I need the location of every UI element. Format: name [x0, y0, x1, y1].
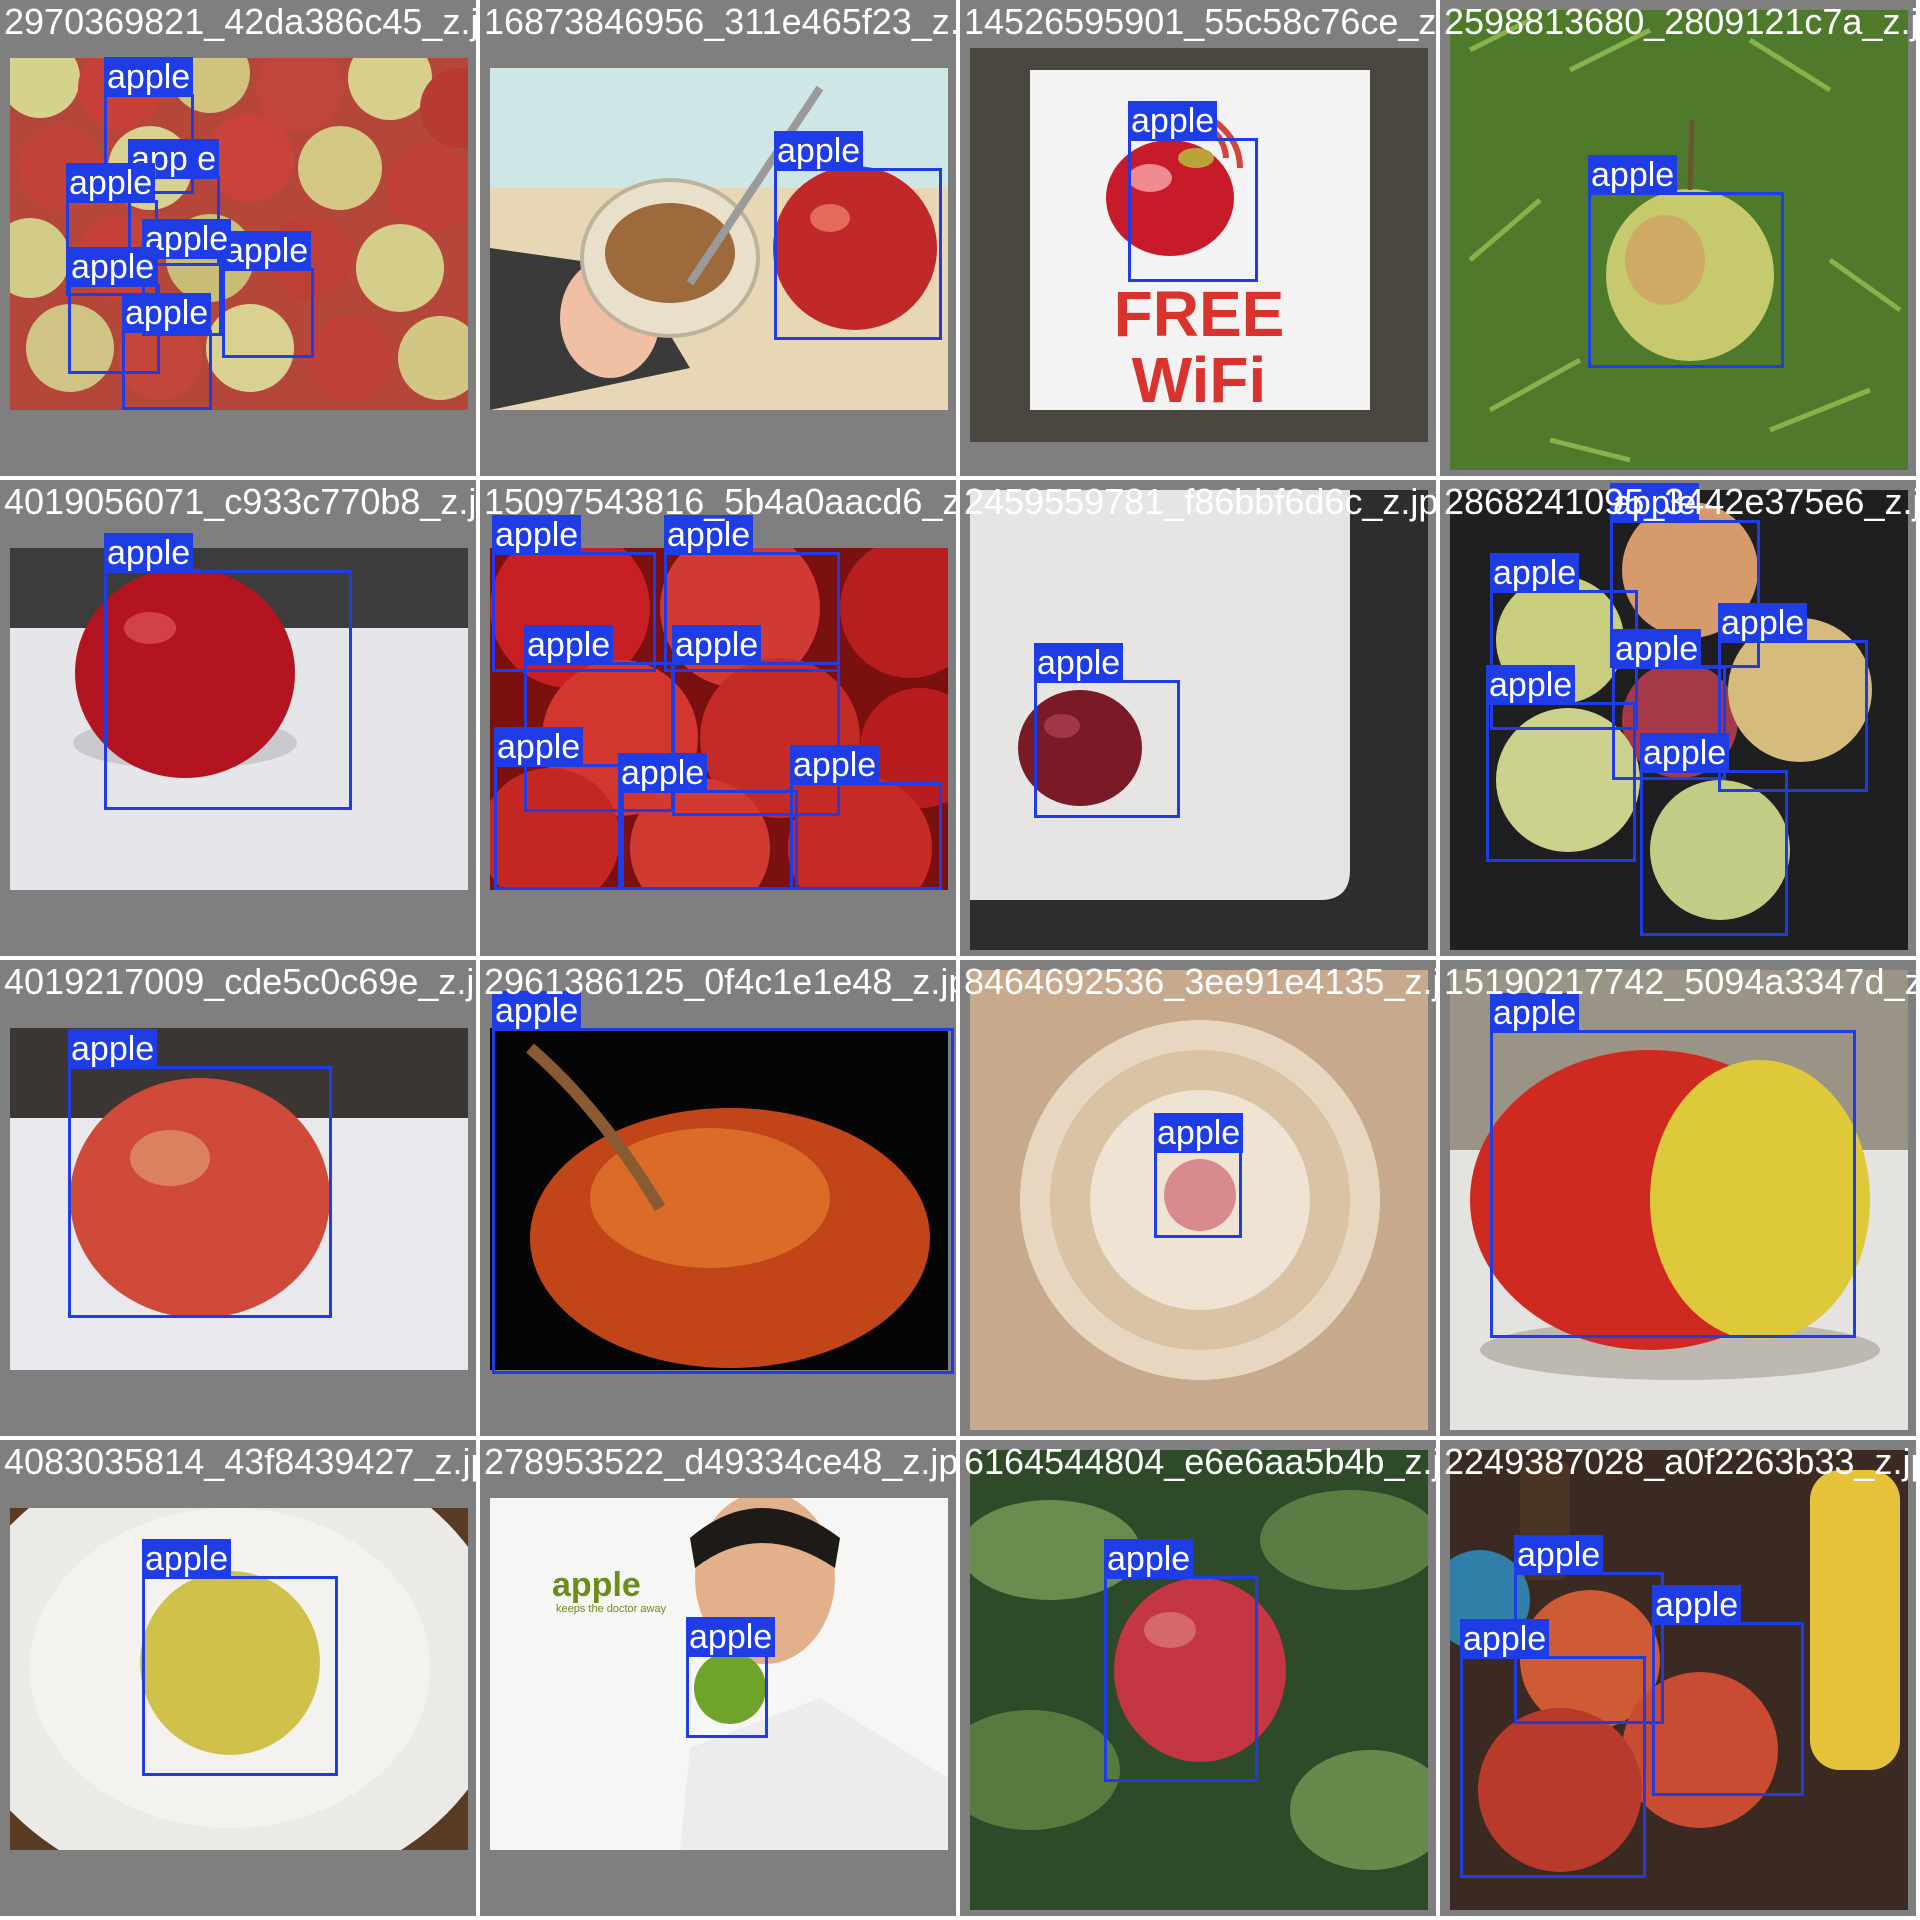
detection-label: apple — [1104, 1539, 1194, 1579]
tile-filename: 4019056071_c933c770b8_z.jpg — [4, 481, 476, 522]
tile-filename: 2868241095_3442e375e6_z.jpg — [1444, 481, 1916, 522]
tile-1: 2970369821_42da386c45_z.jpg apple app e … — [0, 0, 476, 476]
detection-label: apple — [686, 1617, 776, 1657]
detection-box: apple — [774, 131, 942, 340]
detection-label: apple — [1640, 733, 1730, 773]
detection-label: apple — [68, 1029, 158, 1069]
tile-14: 278953522_d49334ce48_z.jpg apple keeps t… — [480, 1440, 956, 1916]
detection-label: apple — [142, 1539, 232, 1579]
tile-7: 2459559781_f86bbf6d6c_z.jpg apple — [960, 480, 1436, 956]
tile-filename: 2459559781_f86bbf6d6c_z.jpg — [964, 481, 1436, 522]
detection-box: apple — [1588, 155, 1784, 368]
detection-label: apple — [790, 745, 880, 785]
detection-label: apple — [1486, 665, 1576, 705]
detection-box: apple — [222, 231, 314, 358]
tile-6: 15097543816_5b4a0aacd6_z.jpg apple apple… — [480, 480, 956, 956]
detection-box: apple — [1034, 643, 1180, 818]
tile-13: 4083035814_43f8439427_z.jpg apple — [0, 1440, 476, 1916]
detection-label: apple — [66, 163, 156, 203]
tile-filename: 8464692536_3ee91e4135_z.jpg — [964, 961, 1436, 1002]
tile-3: 14526595901_55c58c76ce_z.jpg FREE WiFi a… — [960, 0, 1436, 476]
detection-mosaic: 2970369821_42da386c45_z.jpg apple app e … — [0, 0, 1920, 1920]
tile-9: 4019217009_cde5c0c69e_z.jpg apple — [0, 960, 476, 1436]
detection-label: apple — [1490, 553, 1580, 593]
tile-filename: 4019217009_cde5c0c69e_z.jpg — [4, 961, 476, 1002]
tile-2: 16873846956_311e465f23_z.jpg apple — [480, 0, 956, 476]
tile-filename: 2970369821_42da386c45_z.jpg — [4, 1, 476, 42]
detection-label: apple — [672, 625, 762, 665]
detection-label: apple — [618, 753, 708, 793]
tile-15: 6164544804_e6e6aa5b4b_z.jpg apple — [960, 1440, 1436, 1916]
tile-16: 2249387028_a0f2263b33_z.jpg apple apple … — [1440, 1440, 1916, 1916]
detection-box: apple — [1490, 993, 1856, 1338]
detection-label: apple — [1460, 1619, 1550, 1659]
tile-4: 2598813680_2809121c7a_z.jpg apple — [1440, 0, 1916, 476]
detection-box: apple — [494, 727, 624, 890]
detection-box: apple — [68, 1029, 332, 1318]
detection-label: apple — [122, 293, 212, 333]
detection-label: apple — [68, 247, 158, 287]
detection-box: apple — [492, 991, 954, 1374]
detection-label: apple — [774, 131, 864, 171]
tile-filename: 278953522_d49334ce48_z.jpg — [484, 1441, 956, 1482]
tile-filename: 4083035814_43f8439427_z.jpg — [4, 1441, 476, 1482]
detection-label: apple — [1128, 101, 1218, 141]
detection-label: apple — [104, 533, 194, 573]
tile-filename: 2961386125_0f4c1e1e48_z.jpg — [484, 961, 956, 1002]
detection-label: apple — [1034, 643, 1124, 683]
detection-box: apple — [618, 753, 798, 890]
detection-box: apple — [686, 1617, 776, 1738]
detection-label: apple — [1718, 603, 1808, 643]
tile-filename: 15097543816_5b4a0aacd6_z.jpg — [484, 481, 956, 522]
detection-box: apple — [1640, 733, 1788, 936]
detection-box: apple — [1104, 1539, 1258, 1782]
sign-text-free: FREE — [1114, 278, 1285, 350]
detection-label: apple — [494, 727, 584, 767]
tile-filename: 14526595901_55c58c76ce_z.jpg — [964, 1, 1436, 42]
logo-subtext: keeps the doctor away — [556, 1603, 667, 1615]
tile-5: 4019056071_c933c770b8_z.jpg apple — [0, 480, 476, 956]
detection-box: apple — [1486, 665, 1636, 862]
detection-box: apple — [104, 533, 352, 810]
logo-text: apple — [552, 1566, 641, 1604]
detection-box: apple — [1154, 1113, 1244, 1238]
detection-label: apple — [1588, 155, 1678, 195]
sign-text-wifi: WiFi — [1132, 344, 1267, 416]
tile-12: 15190217742_5094a3347d_z.jpg apple — [1440, 960, 1916, 1436]
tile-filename: 6164544804_e6e6aa5b4b_z.jpg — [964, 1441, 1436, 1482]
detection-label: apple — [104, 57, 194, 97]
detection-label: apple — [1652, 1585, 1742, 1625]
tile-11: 8464692536_3ee91e4135_z.jpg apple — [960, 960, 1436, 1436]
detection-box: apple — [1652, 1585, 1804, 1796]
detection-box: apple — [1460, 1619, 1646, 1878]
tile-filename: 16873846956_311e465f23_z.jpg — [484, 1, 956, 42]
tile-filename: 15190217742_5094a3347d_z.jpg — [1444, 961, 1916, 1002]
detection-box: apple — [142, 1539, 338, 1776]
tile-filename: 2598813680_2809121c7a_z.jpg — [1444, 1, 1916, 42]
tile-10: 2961386125_0f4c1e1e48_z.jpg apple — [480, 960, 956, 1436]
detection-box: apple — [1128, 101, 1258, 282]
detection-box: apple — [122, 293, 212, 410]
detection-label: apple — [524, 625, 614, 665]
detection-label: apple — [1154, 1113, 1244, 1153]
detection-label: apple — [222, 231, 312, 271]
detection-box: apple — [790, 745, 942, 890]
tile-8: 2868241095_3442e375e6_z.jpg apple apple … — [1440, 480, 1916, 956]
detection-label: apple — [1612, 629, 1702, 669]
tile-filename: 2249387028_a0f2263b33_z.jpg — [1444, 1441, 1916, 1482]
detection-label: apple — [1514, 1535, 1604, 1575]
